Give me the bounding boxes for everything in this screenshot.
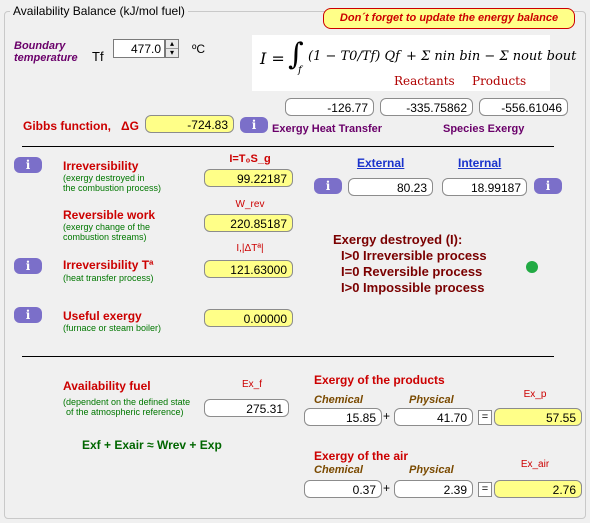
exergy-formula: I = ∫ f (1 − T0/Tf) Qf + Σ nin bin − Σ n… (252, 35, 576, 91)
irreversibility-symbol: I=T₀S_g (229, 153, 271, 165)
availability-fuel-desc-1: (dependent on the defined state (63, 397, 191, 407)
reversible-work-symbol: W_rev (235, 199, 265, 210)
divider-bottom (22, 356, 554, 357)
products-physical-field[interactable]: 41.70 (394, 408, 473, 426)
products-chemical-label: Chemical (314, 394, 363, 406)
destroyed-line-1: I>0 Irreversible process (341, 248, 487, 263)
useful-exergy-field[interactable]: 0.00000 (204, 309, 293, 327)
boundary-label-line2: temperature (14, 52, 78, 64)
useful-exergy-info-button[interactable]: i (14, 307, 42, 323)
destroyed-line-3: I>0 Impossible process (341, 280, 485, 295)
irreversibility-t-symbol: I,|ΔTª| (236, 243, 264, 254)
temperature-spinner[interactable]: ▴ ▾ (165, 39, 179, 58)
irreversibility-title: Irreversibility (63, 159, 139, 173)
air-plus: + (383, 481, 391, 495)
irreversibility-t-title: Irreversibility Tª (63, 258, 154, 272)
availability-fuel-symbol: Ex_f (241, 379, 262, 390)
products-chemical-field[interactable]: 15.85 (304, 408, 382, 426)
products-physical-label: Physical (409, 394, 454, 406)
destroyed-line-2: I=0 Reversible process (341, 264, 483, 279)
availability-fuel-desc-2: of the atmospheric reference) (66, 407, 184, 417)
reactants-exergy-field[interactable]: -335.75862 (380, 98, 473, 116)
formula-sums: + Σ nin bin − Σ nout bout (406, 49, 577, 64)
irreversibility-desc-2: the combustion process) (63, 183, 162, 193)
availability-fuel-title: Availability fuel (63, 379, 151, 393)
exergy-destroyed-title: Exergy destroyed (I): (333, 232, 463, 247)
air-chemical-label: Chemical (314, 464, 363, 476)
balance-equation: Exf + Exair ≈ Wrev + Exp (82, 438, 222, 452)
boundary-temperature-input[interactable]: 477.0 (113, 39, 165, 58)
boundary-label-line1: Boundary (14, 40, 66, 52)
group-title: Availability Balance (kJ/mol fuel) (10, 4, 188, 18)
internal-info-button[interactable]: i (534, 178, 562, 194)
reversible-work-title: Reversible work (63, 208, 156, 222)
formula-body: (1 − T0/Tf) Qf (308, 49, 400, 64)
reversible-work-desc-1: (exergy change of the (63, 222, 151, 232)
formula-reactants: Reactants (394, 74, 455, 88)
products-total-field[interactable]: 57.55 (494, 408, 582, 426)
reversible-work-desc-2: combustion streams) (63, 232, 147, 242)
divider-top (22, 146, 554, 147)
species-exergy-label: Species Exergy (443, 123, 525, 135)
useful-exergy-title: Useful exergy (63, 309, 142, 323)
external-info-button[interactable]: i (314, 178, 342, 194)
irreversibility-t-field[interactable]: 121.63000 (204, 260, 293, 278)
useful-exergy-desc: (furnace or steam boiler) (63, 323, 162, 333)
irreversibility-t-desc: (heat transfer process) (63, 273, 154, 283)
spin-up-icon[interactable]: ▴ (166, 40, 178, 48)
irreversibility-field[interactable]: 99.22187 (204, 169, 293, 187)
products-equals: = (478, 410, 492, 425)
formula-products: Products (472, 74, 527, 88)
gibbs-info-button[interactable]: i (240, 117, 268, 133)
internal-field[interactable]: 18.99187 (442, 178, 527, 196)
irreversibility-info-button[interactable]: i (14, 157, 42, 173)
spin-down-icon[interactable]: ▾ (166, 48, 178, 57)
air-exergy-title: Exergy of the air (314, 449, 409, 463)
products-exergy-field[interactable]: -556.61046 (479, 98, 568, 116)
air-physical-label: Physical (409, 464, 454, 476)
exergy-heat-transfer-field[interactable]: -126.77 (285, 98, 374, 116)
exergy-heat-transfer-label: Exergy Heat Transfer (272, 123, 383, 135)
gibbs-label: Gibbs function, (23, 119, 111, 133)
products-exergy-title: Exergy of the products (314, 373, 445, 387)
update-energy-reminder[interactable]: Don´t forget to update the energy balanc… (323, 8, 575, 29)
external-label: External (357, 156, 405, 170)
air-chemical-field[interactable]: 0.37 (304, 480, 382, 498)
gibbs-field[interactable]: -724.83 (145, 115, 234, 133)
gibbs-symbol: ΔG (121, 119, 139, 133)
formula-lhs: I = (260, 49, 285, 68)
products-plus: + (383, 409, 391, 423)
external-field[interactable]: 80.23 (348, 178, 433, 196)
process-status-indicator (526, 261, 538, 273)
products-total-symbol: Ex_p (523, 389, 547, 400)
air-total-field[interactable]: 2.76 (494, 480, 582, 498)
air-physical-field[interactable]: 2.39 (394, 480, 473, 498)
reversible-work-field[interactable]: 220.85187 (204, 214, 293, 232)
internal-label: Internal (458, 156, 502, 170)
irreversibility-desc-1: (exergy destroyed in (63, 173, 145, 183)
air-equals: = (478, 482, 492, 497)
tf-symbol: Tf (92, 49, 104, 64)
air-total-symbol: Ex_air (520, 459, 550, 470)
availability-fuel-field[interactable]: 275.31 (204, 399, 289, 417)
temperature-unit: ºC (192, 42, 206, 56)
irreversibility-t-info-button[interactable]: i (14, 258, 42, 274)
formula-sub: f (298, 65, 302, 76)
